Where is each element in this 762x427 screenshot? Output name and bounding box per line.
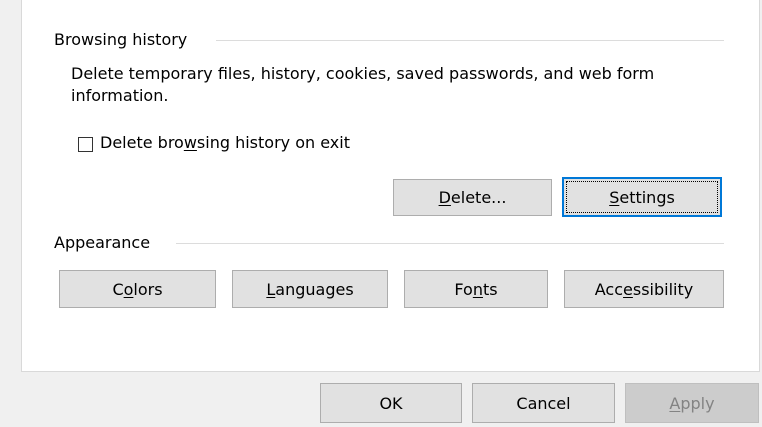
appearance-divider xyxy=(176,243,724,244)
colors-button[interactable]: Colors xyxy=(59,270,216,308)
delete-history-on-exit-checkbox[interactable] xyxy=(78,137,93,152)
browsing-history-description: Delete temporary files, history, cookies… xyxy=(71,64,655,105)
delete-button[interactable]: Delete... xyxy=(393,179,552,216)
accessibility-button[interactable]: Accessibility xyxy=(564,270,724,308)
settings-button[interactable]: Settings xyxy=(562,177,722,217)
browsing-history-group-title: Browsing history xyxy=(54,30,188,49)
browsing-history-divider xyxy=(216,40,724,41)
languages-button[interactable]: Languages xyxy=(232,270,388,308)
ok-button[interactable]: OK xyxy=(320,383,462,423)
focus-ring xyxy=(566,181,718,213)
cancel-button[interactable]: Cancel xyxy=(472,383,615,423)
appearance-group-title: Appearance xyxy=(54,233,151,252)
apply-button[interactable]: Apply xyxy=(625,383,759,423)
options-panel: Browsing history Delete temporary files,… xyxy=(21,0,760,372)
delete-history-on-exit-label[interactable]: Delete browsing history on exit xyxy=(100,133,350,152)
fonts-button[interactable]: Fonts xyxy=(404,270,548,308)
